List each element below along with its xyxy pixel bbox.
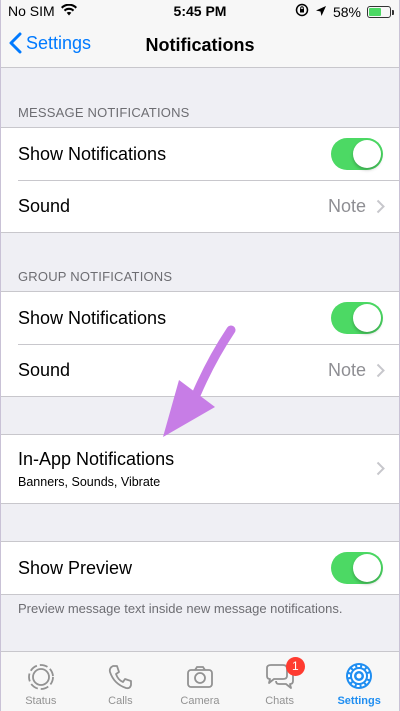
- phone-icon: [109, 665, 133, 690]
- row-label: Show Notifications: [18, 307, 167, 328]
- status-icon: [27, 664, 54, 690]
- battery-percent: 58%: [332, 3, 361, 20]
- message-sound-row[interactable]: Sound Note: [1, 180, 399, 232]
- tab-chats[interactable]: Chats 1: [240, 652, 320, 711]
- preview-group: Show Preview: [1, 541, 399, 595]
- page-title: Notifications: [145, 35, 255, 55]
- tab-label: Chats: [265, 695, 294, 707]
- toggle-knob: [353, 554, 381, 582]
- chevron-right-icon: [376, 363, 385, 377]
- gear-icon: [346, 663, 373, 689]
- row-label: Sound: [18, 359, 71, 380]
- toggle-knob: [353, 140, 381, 168]
- tab-camera[interactable]: Camera: [160, 652, 240, 711]
- location-icon: [315, 4, 327, 20]
- in-app-subtitle: Banners, Sounds, Vibrate: [18, 475, 161, 489]
- row-value: Note: [328, 180, 385, 232]
- show-preview-row: Show Preview: [1, 542, 399, 594]
- group-show-notifications-toggle[interactable]: [331, 302, 383, 334]
- row-label: Show Preview: [18, 557, 133, 578]
- tab-settings[interactable]: Settings: [319, 652, 399, 711]
- unread-badge: 1: [285, 657, 305, 676]
- preview-footnote: Preview message text inside new message …: [18, 601, 343, 616]
- show-preview-toggle[interactable]: [331, 552, 383, 584]
- status-bar: No SIM 5:45 PM 58%: [1, 0, 399, 22]
- battery-icon: [367, 5, 394, 18]
- navigation-bar: Settings Notifications: [1, 22, 399, 68]
- sound-value: Note: [327, 195, 366, 216]
- chevron-right-icon: [376, 199, 385, 213]
- toggle-knob: [353, 304, 381, 332]
- row-label: Sound: [18, 195, 71, 216]
- tab-label: Calls: [108, 695, 133, 707]
- section-header-message: MESSAGE NOTIFICATIONS: [18, 105, 190, 120]
- row-label: Show Notifications: [18, 143, 167, 164]
- tab-calls[interactable]: Calls: [81, 652, 161, 711]
- message-show-notifications-toggle[interactable]: [331, 138, 383, 170]
- row-value: Note: [328, 344, 385, 396]
- tab-status[interactable]: Status: [1, 652, 81, 711]
- tab-label: Settings: [337, 695, 381, 707]
- in-app-group: In-App Notifications Banners, Sounds, Vi…: [1, 434, 399, 504]
- status-right: 58%: [295, 3, 394, 20]
- annotation-arrow-icon: [163, 325, 236, 437]
- in-app-notifications-row[interactable]: In-App Notifications Banners, Sounds, Vi…: [1, 435, 399, 503]
- message-notifications-group: Show Notifications Sound Note: [1, 127, 399, 233]
- section-header-group: GROUP NOTIFICATIONS: [18, 269, 173, 284]
- rotation-lock-icon: [295, 3, 309, 20]
- tab-bar: Status Calls Camera Chats 1 Settings: [1, 651, 399, 711]
- tab-label: Camera: [180, 695, 220, 707]
- sound-value: Note: [327, 359, 366, 380]
- battery-level: [369, 7, 381, 16]
- in-app-title: In-App Notifications: [18, 449, 175, 469]
- message-show-notifications-row: Show Notifications: [1, 128, 399, 180]
- camera-icon: [187, 666, 213, 688]
- tab-label: Status: [25, 695, 57, 707]
- chevron-right-icon: [376, 461, 385, 476]
- screen: No SIM 5:45 PM 58% Settings Notification…: [0, 0, 400, 711]
